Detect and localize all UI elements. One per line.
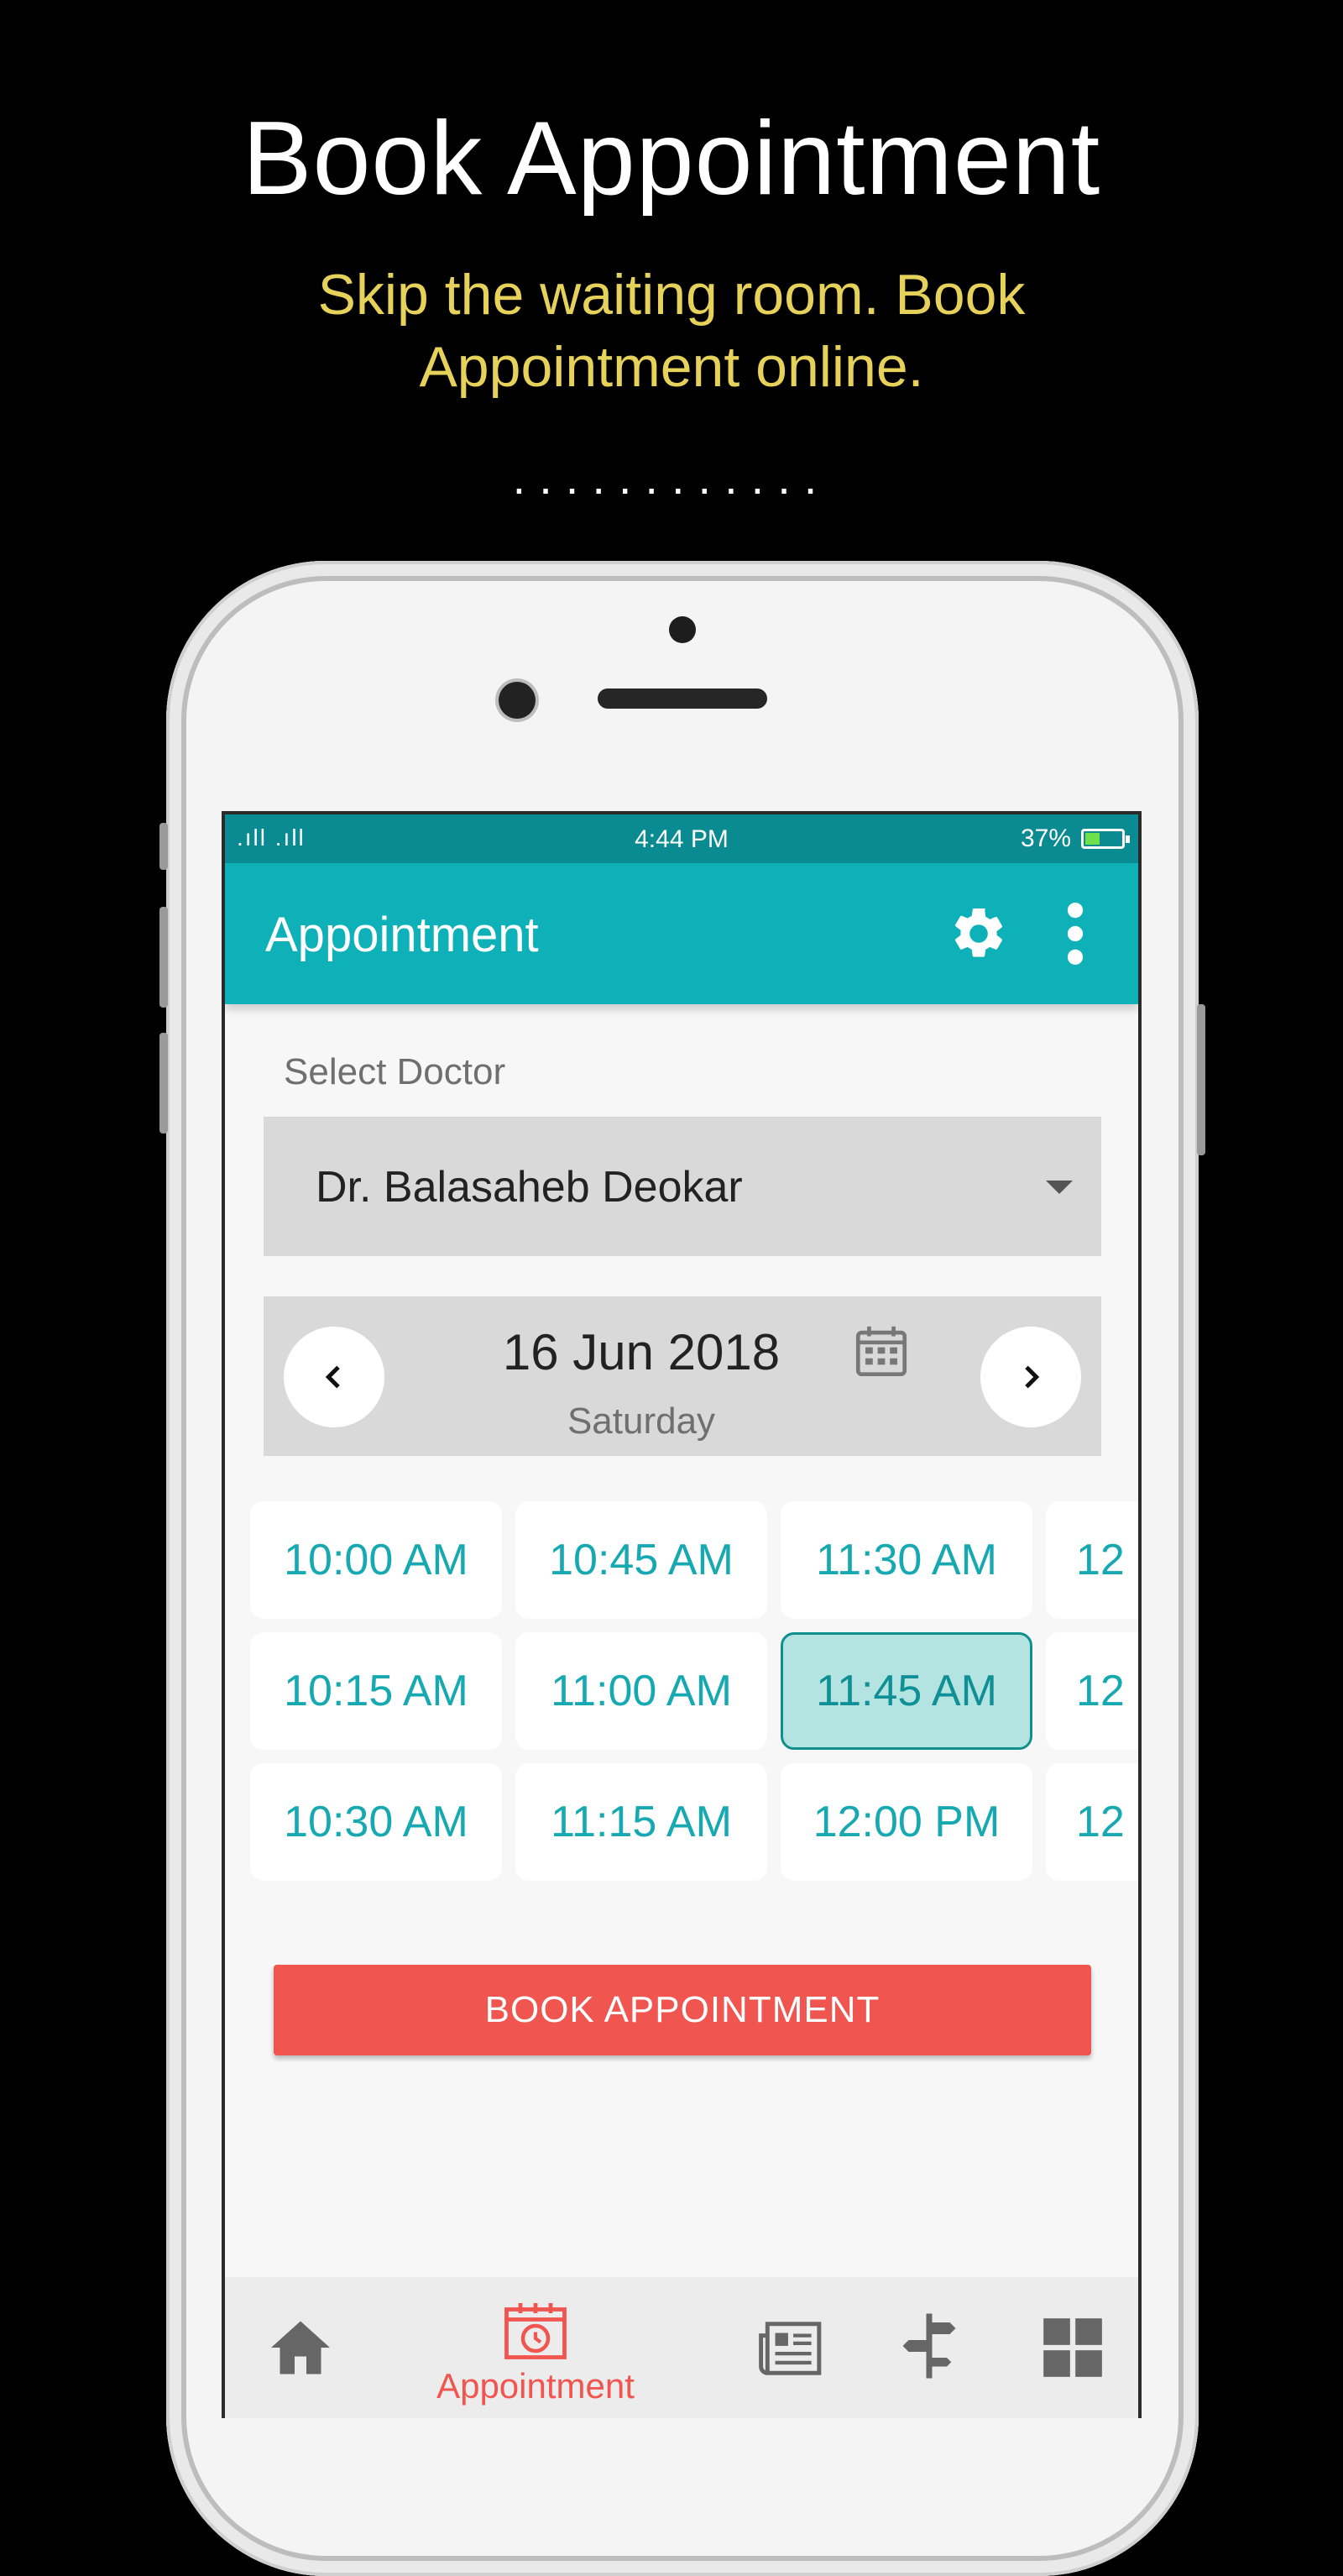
nav-news[interactable]: [749, 2277, 833, 2418]
promo-subtitle: Skip the waiting room. Book Appointment …: [168, 259, 1175, 403]
app-screen: .ıll .ıll 4:44 PM 37% Appointment Select…: [222, 811, 1142, 2418]
phone-sensor: [669, 616, 696, 643]
next-date-button[interactable]: [980, 1327, 1081, 1427]
promo-title: Book Appointment: [242, 101, 1101, 217]
bottom-navigation: Appointment: [225, 2277, 1138, 2418]
directions-icon: [902, 2313, 956, 2379]
promo-dots: ............: [512, 451, 831, 504]
time-slot[interactable]: 11:00 AM: [515, 1632, 767, 1750]
time-slot[interactable]: 11:15 AM: [515, 1763, 767, 1881]
appointment-icon: [504, 2303, 567, 2359]
nav-home[interactable]: [259, 2277, 342, 2418]
dropdown-arrow-icon: [1046, 1181, 1073, 1194]
selected-date: 16 Jun 2018: [502, 1324, 781, 1380]
page-title: Appointment: [265, 908, 539, 962]
time-slot[interactable]: 10:15 AM: [250, 1632, 502, 1750]
status-bar: .ıll .ıll 4:44 PM 37%: [225, 814, 1138, 863]
battery-icon: [1081, 829, 1130, 849]
chevron-right-icon: [1025, 1365, 1040, 1389]
status-time: 4:44 PM: [635, 825, 729, 853]
time-slot[interactable]: 12: [1046, 1632, 1138, 1750]
phone-volume-up-button: [159, 907, 168, 1008]
nav-appointment-label: Appointment: [436, 2366, 635, 2406]
battery-percent: 37%: [1020, 825, 1071, 852]
time-slot-selected[interactable]: 11:45 AM: [781, 1632, 1032, 1750]
doctor-dropdown[interactable]: Dr. Balasaheb Deokar: [264, 1117, 1101, 1256]
time-slot[interactable]: 12: [1046, 1501, 1138, 1619]
time-slot[interactable]: 12: [1046, 1763, 1138, 1881]
gear-icon[interactable]: [948, 903, 1009, 964]
promo-subtitle-line2: Appointment online.: [419, 335, 924, 399]
phone-volume-down-button: [159, 1033, 168, 1134]
nav-directions[interactable]: [888, 2277, 972, 2418]
time-slot[interactable]: 10:45 AM: [515, 1501, 767, 1619]
chevron-left-icon: [325, 1365, 340, 1389]
selected-day: Saturday: [567, 1401, 716, 1442]
date-selector: 16 Jun 2018 Saturday: [264, 1296, 1101, 1456]
time-slot[interactable]: 11:30 AM: [781, 1501, 1032, 1619]
phone-side-button: [159, 823, 168, 870]
time-slot[interactable]: 10:30 AM: [250, 1763, 502, 1881]
phone-speaker: [598, 689, 767, 709]
news-icon: [759, 2322, 822, 2375]
calendar-icon[interactable]: [851, 1322, 912, 1380]
home-icon: [271, 2321, 330, 2374]
doctor-selected-value: Dr. Balasaheb Deokar: [316, 1163, 743, 1212]
previous-date-button[interactable]: [284, 1327, 384, 1427]
promo-subtitle-line1: Skip the waiting room. Book: [317, 263, 1026, 327]
time-slot[interactable]: 10:00 AM: [250, 1501, 502, 1619]
phone-power-button: [1197, 1004, 1205, 1155]
book-appointment-button[interactable]: BOOK APPOINTMENT: [274, 1965, 1091, 2055]
more-vert-icon[interactable]: [1063, 902, 1088, 966]
time-slot-grid: 10:00 AM 10:45 AM 11:30 AM 12 10:15 AM 1…: [250, 1501, 1138, 1887]
nav-appointment[interactable]: Appointment: [410, 2277, 661, 2418]
nav-more[interactable]: [1031, 2277, 1115, 2418]
select-doctor-label: Select Doctor: [284, 1051, 506, 1092]
grid-icon: [1043, 2318, 1102, 2377]
battery-status: 37%: [1020, 825, 1130, 853]
app-bar: Appointment: [225, 863, 1138, 1004]
phone-front-camera: [499, 682, 536, 719]
time-slot[interactable]: 12:00 PM: [781, 1763, 1032, 1881]
